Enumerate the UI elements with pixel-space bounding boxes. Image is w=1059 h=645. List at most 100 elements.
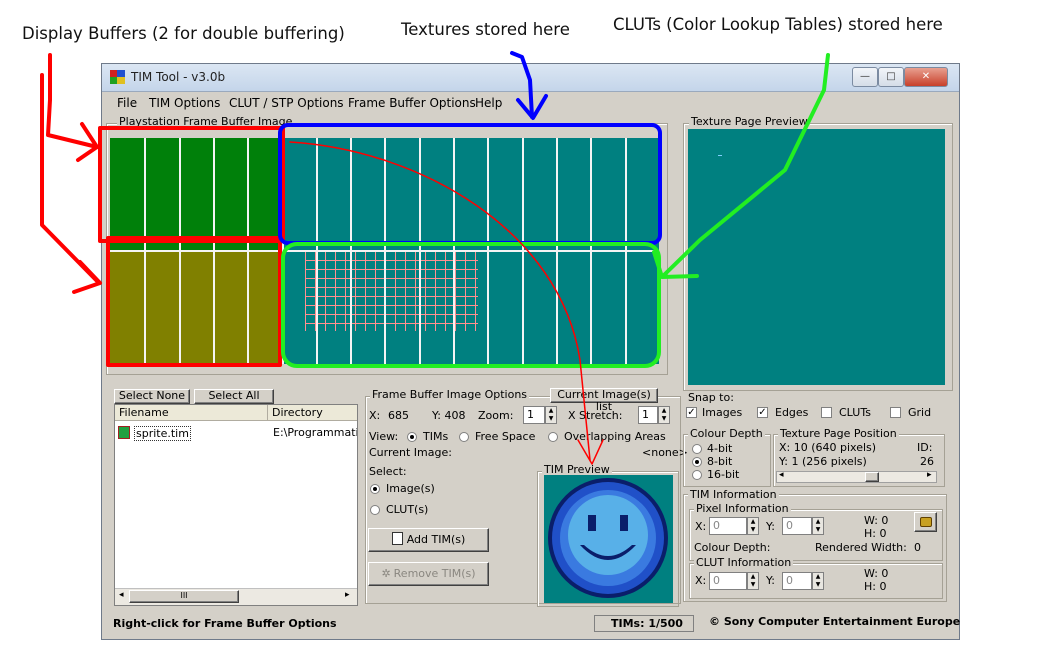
select-images-radio[interactable]: [370, 484, 380, 494]
scroll-left-icon[interactable]: ◂: [119, 590, 124, 600]
zoom-stepper[interactable]: ▲ ▼: [545, 406, 557, 424]
fb-column-divider: [144, 138, 147, 364]
pixel-y-stepper[interactable]: ▲ ▼: [812, 517, 824, 535]
select-all-button[interactable]: Select All: [194, 389, 274, 404]
tp-scroll-right-icon[interactable]: ▸: [927, 470, 932, 480]
snap-images-checkbox[interactable]: ✓: [686, 407, 697, 418]
view-free-space-label[interactable]: Free Space: [475, 430, 535, 443]
texture-page-id-value: 26: [920, 455, 934, 468]
texture-page-preview[interactable]: [688, 129, 945, 385]
column-directory[interactable]: Directory: [268, 405, 357, 421]
menu-tim-options[interactable]: TIM Options: [149, 96, 220, 110]
app-icon: [110, 70, 125, 84]
pixel-x-input[interactable]: 0: [709, 517, 747, 535]
fb-column-divider: [590, 138, 593, 364]
select-none-button[interactable]: Select None: [114, 389, 190, 404]
annotation-textures: Textures stored here: [401, 20, 570, 39]
tp-scroll-left-icon[interactable]: ◂: [779, 470, 784, 480]
pixel-x-stepper[interactable]: ▲ ▼: [747, 517, 759, 535]
x-stretch-input[interactable]: 1: [638, 406, 658, 424]
display-buffer-1: [110, 138, 280, 251]
scroll-right-icon[interactable]: ▸: [345, 590, 350, 600]
depth-4bit-radio[interactable]: [692, 444, 702, 454]
fb-column-divider: [521, 138, 524, 364]
snap-images-label[interactable]: Images: [702, 406, 742, 419]
select-cluts-radio[interactable]: [370, 505, 380, 515]
tim-info-label: TIM Information: [688, 488, 779, 501]
padlock-icon: [919, 517, 932, 527]
depth-16bit-radio[interactable]: [692, 470, 702, 480]
remove-tims-button[interactable]: ✲ Remove TIM(s): [368, 562, 489, 586]
view-tims-radio[interactable]: [407, 432, 417, 442]
title-bar: TIM Tool - v3.0b — □ ✕: [102, 64, 959, 92]
view-tims-label[interactable]: TIMs: [423, 430, 448, 443]
annotation-display-buffers: Display Buffers (2 for double buffering): [22, 24, 345, 43]
tim-tool-window: TIM Tool - v3.0b — □ ✕ File TIM Options …: [101, 63, 960, 640]
list-item[interactable]: sprite.tim E:\Programmation: [118, 425, 357, 441]
menu-file[interactable]: File: [117, 96, 137, 110]
snap-edges-label[interactable]: Edges: [775, 406, 808, 419]
x-coordinate-label: X:: [369, 409, 381, 422]
x-stretch-stepper[interactable]: ▲ ▼: [658, 406, 670, 424]
tp-scroll-thumb[interactable]: [865, 472, 879, 482]
maximize-button[interactable]: □: [878, 67, 904, 87]
depth-16bit-label[interactable]: 16-bit: [707, 468, 739, 481]
clut-info-label: CLUT Information: [694, 556, 794, 569]
select-label: Select:: [369, 465, 407, 478]
frame-buffer-label: Playstation Frame Buffer Image: [117, 115, 295, 128]
depth-8bit-label[interactable]: 8-bit: [707, 455, 732, 468]
depth-4bit-label[interactable]: 4-bit: [707, 442, 732, 455]
depth-8bit-radio[interactable]: [692, 457, 702, 467]
menu-clut-stp-options[interactable]: CLUT / STP Options: [229, 96, 344, 110]
scroll-thumb[interactable]: III: [129, 590, 239, 603]
view-overlapping-label[interactable]: Overlapping Areas: [564, 430, 666, 443]
snap-grid-checkbox[interactable]: [890, 407, 901, 418]
texture-page-x: X: 10 (640 pixels): [779, 441, 877, 454]
horizontal-scrollbar[interactable]: ◂ III ▸: [115, 588, 357, 605]
fb-column-divider: [453, 138, 455, 364]
select-cluts-label[interactable]: CLUT(s): [386, 503, 428, 516]
minimize-button[interactable]: —: [852, 67, 878, 87]
pixel-width: W: 0: [864, 514, 889, 527]
close-button[interactable]: ✕: [904, 67, 948, 87]
page-icon: [391, 532, 403, 545]
status-bar: Right-click for Frame Buffer Options TIM…: [108, 615, 960, 633]
view-free-space-radio[interactable]: [459, 432, 469, 442]
fb-column-divider: [247, 138, 250, 364]
current-image-label: Current Image:: [369, 446, 452, 459]
column-filename[interactable]: Filename: [115, 405, 268, 421]
snap-edges-checkbox[interactable]: ✓: [757, 407, 768, 418]
fb-column-divider: [178, 138, 181, 364]
pixel-height: H: 0: [864, 527, 887, 540]
add-tims-button[interactable]: Add TIM(s): [368, 528, 489, 552]
clut-x-input[interactable]: 0: [709, 572, 747, 590]
fb-column-divider: [487, 138, 490, 364]
clut-x-label: X:: [695, 574, 707, 587]
zoom-input[interactable]: 1: [523, 406, 545, 424]
remove-icon: ✲: [381, 567, 391, 580]
texture-page-id-label: ID:: [917, 441, 933, 454]
preview-speck: [718, 155, 722, 156]
frame-buffer-image[interactable]: [110, 138, 659, 364]
menu-help[interactable]: Help: [475, 96, 502, 110]
current-images-list-button[interactable]: Current Image(s) list: [550, 388, 658, 413]
view-overlapping-radio[interactable]: [548, 432, 558, 442]
lock-button[interactable]: [914, 512, 937, 532]
snap-cluts-checkbox[interactable]: [821, 407, 832, 418]
current-image-value: <none>: [642, 446, 688, 459]
select-images-label[interactable]: Image(s): [386, 482, 435, 495]
snap-cluts-label[interactable]: CLUTs: [839, 406, 871, 419]
clut-y-input[interactable]: 0: [782, 572, 812, 590]
rendered-width-value: 0: [914, 541, 921, 554]
fb-column-divider: [418, 138, 421, 364]
snap-grid-label[interactable]: Grid: [908, 406, 931, 419]
texture-page-scrollbar[interactable]: ◂ ▸: [776, 470, 937, 483]
clut-y-stepper[interactable]: ▲ ▼: [812, 572, 824, 590]
clut-x-stepper[interactable]: ▲ ▼: [747, 572, 759, 590]
tims-count-panel: TIMs: 1/500: [594, 615, 694, 632]
menu-frame-buffer-options[interactable]: Frame Buffer Options: [348, 96, 476, 110]
texture-page-y: Y: 1 (256 pixels): [779, 455, 867, 468]
pixel-y-input[interactable]: 0: [782, 517, 812, 535]
menu-bar: File TIM Options CLUT / STP Options Fram…: [102, 93, 959, 113]
file-list[interactable]: Filename Directory sprite.tim E:\Program…: [114, 404, 358, 606]
